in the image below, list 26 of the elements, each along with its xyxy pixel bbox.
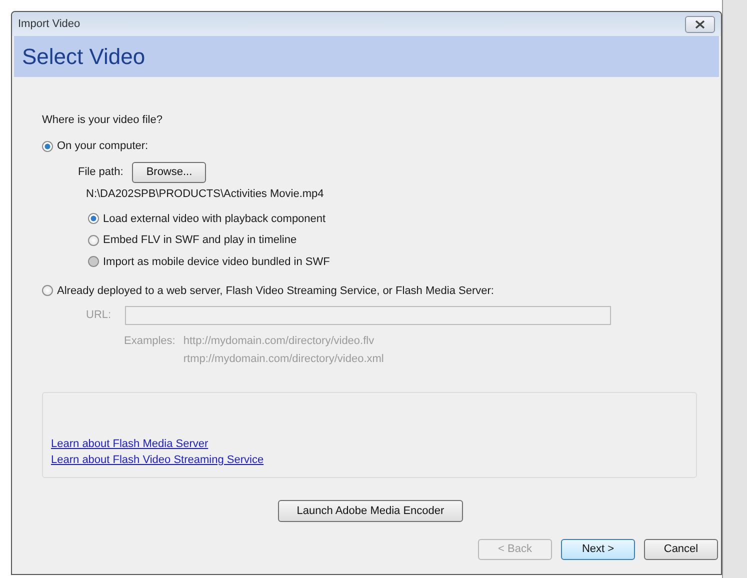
question-label: Where is your video file? xyxy=(42,114,164,128)
dialog-button[interactable]: Next > xyxy=(561,538,635,560)
radio-label: Load external video with playback component xyxy=(103,212,326,225)
example-url: http://mydomain.com/directory/video.flv xyxy=(183,334,376,348)
radio-button[interactable] xyxy=(42,140,53,152)
radio-label: Import as mobile device video bundled in SWF xyxy=(103,256,330,268)
page-heading: Select Video xyxy=(22,44,146,70)
close-icon xyxy=(694,20,706,28)
radio-label: On your computer: xyxy=(57,140,148,152)
radio-button[interactable] xyxy=(88,213,99,224)
browse-button[interactable]: Browse... xyxy=(132,162,206,182)
close-button[interactable] xyxy=(685,16,715,32)
examples-label: Examples: xyxy=(124,334,176,348)
file-path-label: File path: xyxy=(78,166,124,178)
radio-button[interactable] xyxy=(88,234,99,246)
example-url: rtmp://mydomain.com/directory/video.xml xyxy=(183,352,384,366)
radio-label: Embed FLV in SWF and play in timeline xyxy=(103,234,297,246)
dialog-button[interactable]: Cancel xyxy=(644,538,718,560)
radio-button[interactable] xyxy=(42,285,53,296)
launch-encoder-button[interactable]: Launch Adobe Media Encoder xyxy=(278,500,463,522)
radio-label: Already deployed to a web server, Flash Video Streaming Service, or Flash Media Server: xyxy=(57,284,494,296)
help-link[interactable]: Learn about Flash Video Streaming Service xyxy=(51,452,264,468)
window-title: Import Video xyxy=(18,18,80,30)
url-label: URL: xyxy=(86,309,112,321)
help-link[interactable]: Learn about Flash Media Server xyxy=(51,436,208,452)
file-path-value: N:\DA202SPB\PRODUCTS\Activities Movie.mp4 xyxy=(86,188,325,202)
